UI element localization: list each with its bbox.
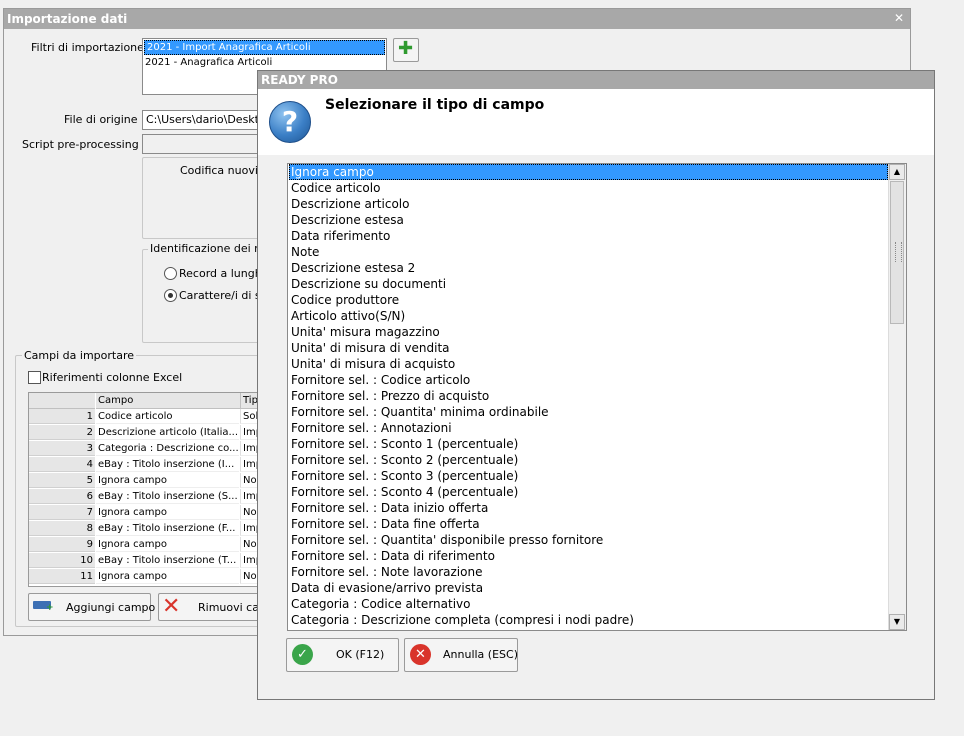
field-type-option[interactable]: Fornitore sel. : Sconto 2 (percentuale) xyxy=(289,452,888,468)
grid-cell-campo[interactable]: Codice articolo xyxy=(96,409,239,424)
grid-corner xyxy=(29,393,95,409)
source-file-label: File di origine : xyxy=(64,113,145,126)
dialog-titlebar[interactable]: READY PRO xyxy=(258,71,934,89)
fields-grid[interactable]: Campo Tipo 1Codice articoloSolo2Descrizi… xyxy=(28,392,262,587)
remove-field-button[interactable]: ✕ Rimuovi cam xyxy=(158,593,270,621)
field-type-option[interactable]: Fornitore sel. : Annotazioni xyxy=(289,420,888,436)
grid-row-number[interactable]: 11 xyxy=(29,569,95,584)
field-type-option[interactable]: Fornitore sel. : Data fine offerta xyxy=(289,516,888,532)
scroll-up-icon[interactable]: ▲ xyxy=(889,164,905,180)
grid-cell-campo[interactable]: eBay : Titolo inserzione (F... xyxy=(96,521,239,536)
add-field-plus-icon: + xyxy=(46,603,54,613)
ok-check-icon: ✓ xyxy=(292,644,313,665)
field-type-option[interactable]: Fornitore sel. : Sconto 3 (percentuale) xyxy=(289,468,888,484)
field-type-option[interactable]: Fornitore sel. : Prezzo di acquisto xyxy=(289,388,888,404)
field-type-option[interactable]: Note xyxy=(289,244,888,260)
field-type-option[interactable]: Unita' di misura di acquisto xyxy=(289,356,888,372)
grid-row-number[interactable]: 8 xyxy=(29,521,95,536)
fields-group-title: Campi da importare xyxy=(22,349,136,362)
grid-row-number[interactable]: 9 xyxy=(29,537,95,552)
codifica-label: Codifica nuovi a xyxy=(180,164,269,177)
field-type-listbox[interactable]: Ignora campo Codice articolo Descrizione a… xyxy=(287,163,907,631)
grid-row-number[interactable]: 3 xyxy=(29,441,95,456)
field-type-option[interactable]: Data riferimento xyxy=(289,228,888,244)
field-type-option[interactable]: Codice produttore xyxy=(289,292,888,308)
field-type-option[interactable]: Fornitore sel. : Quantita' disponibile p… xyxy=(289,532,888,548)
source-file-input[interactable]: C:\Users\dario\Desktop xyxy=(142,110,261,130)
cancel-button-label: Annulla (ESC) xyxy=(443,648,518,661)
field-type-option[interactable]: Data di evasione/arrivo prevista xyxy=(289,580,888,596)
field-type-option[interactable]: Codice articolo xyxy=(289,180,888,196)
grid-header-campo[interactable]: Campo xyxy=(96,393,241,409)
grid-row-number[interactable]: 2 xyxy=(29,425,95,440)
field-type-option[interactable]: Fornitore sel. : Data inizio offerta xyxy=(289,500,888,516)
field-type-option[interactable]: Fornitore sel. : Note lavorazione xyxy=(289,564,888,580)
add-filter-plus-icon: ✚ xyxy=(398,38,414,59)
cancel-button[interactable]: ✕ Annulla (ESC) xyxy=(404,638,518,672)
remove-field-x-icon: ✕ xyxy=(162,594,181,619)
grid-cell-campo[interactable]: Ignora campo xyxy=(96,537,239,552)
grid-cell-campo[interactable]: eBay : Titolo inserzione (T... xyxy=(96,553,239,568)
dialog-title: READY PRO xyxy=(261,73,338,87)
filters-label: Filtri di importazione : xyxy=(31,41,152,54)
ok-button[interactable]: ✓ OK (F12) xyxy=(286,638,399,672)
import-window-title: Importazione dati xyxy=(7,12,128,26)
ok-button-label: OK (F12) xyxy=(336,648,385,661)
filter-item[interactable]: 2021 - Anagrafica Articoli xyxy=(143,56,386,69)
dialog-header: ? Selezionare il tipo di campo xyxy=(258,89,934,155)
grid-row-number[interactable]: 1 xyxy=(29,409,95,424)
scroll-down-icon[interactable]: ▼ xyxy=(889,614,905,630)
grid-cell-campo[interactable]: Ignora campo xyxy=(96,569,239,584)
field-type-dialog: READY PRO ? Selezionare il tipo di campo… xyxy=(257,70,935,700)
field-type-option[interactable]: Fornitore sel. : Sconto 4 (percentuale) xyxy=(289,484,888,500)
field-type-option[interactable]: Unita' misura magazzino xyxy=(289,324,888,340)
script-preprocessing-label: Script pre-processing : xyxy=(22,138,146,151)
grid-cell-campo[interactable]: eBay : Titolo inserzione (I... xyxy=(96,457,239,472)
grid-cell-campo[interactable]: Categoria : Descrizione co... xyxy=(96,441,239,456)
field-type-option[interactable]: Ignora campo xyxy=(289,164,888,180)
question-icon: ? xyxy=(269,101,311,143)
field-type-option[interactable]: Descrizione estesa xyxy=(289,212,888,228)
field-type-option[interactable]: Categoria : Descrizione completa (compre… xyxy=(289,612,888,628)
field-type-option[interactable]: Categoria : Codice alternativo xyxy=(289,596,888,612)
field-type-option[interactable]: Descrizione articolo xyxy=(289,196,888,212)
field-type-option[interactable]: Fornitore sel. : Codice articolo xyxy=(289,372,888,388)
radio-separator[interactable] xyxy=(164,289,177,302)
question-glyph: ? xyxy=(281,105,299,138)
grid-cell-campo[interactable]: Descrizione articolo (Italia... xyxy=(96,425,239,440)
radio-fixed-length-label: Record a lunghe xyxy=(179,267,269,280)
field-type-option[interactable]: Fornitore sel. : Sconto 1 (percentuale) xyxy=(289,436,888,452)
field-type-option[interactable]: Descrizione estesa 2 xyxy=(289,260,888,276)
scroll-grip-icon xyxy=(895,242,902,262)
field-type-option[interactable]: Descrizione su documenti xyxy=(289,276,888,292)
scrollbar-thumb[interactable] xyxy=(890,181,904,324)
field-type-option[interactable]: Unita' di misura di vendita xyxy=(289,340,888,356)
grid-row-number[interactable]: 10 xyxy=(29,553,95,568)
field-type-option[interactable]: Fornitore sel. : Quantita' minima ordina… xyxy=(289,404,888,420)
add-field-label: Aggiungi campo xyxy=(66,601,156,614)
grid-row-number[interactable]: 4 xyxy=(29,457,95,472)
field-type-option[interactable]: Articolo attivo(S/N) xyxy=(289,308,888,324)
add-filter-button[interactable]: ✚ xyxy=(393,38,419,62)
excel-refs-label: Riferimenti colonne Excel xyxy=(42,371,183,384)
close-icon[interactable]: ✕ xyxy=(894,11,904,25)
field-type-option[interactable]: Fornitore sel. : Data di riferimento xyxy=(289,548,888,564)
grid-cell-campo[interactable]: Ignora campo xyxy=(96,473,239,488)
import-window-titlebar[interactable]: Importazione dati ✕ xyxy=(4,9,910,29)
radio-fixed-length[interactable] xyxy=(164,267,177,280)
cancel-x-icon: ✕ xyxy=(410,644,431,665)
excel-refs-checkbox[interactable] xyxy=(28,371,41,384)
add-field-button[interactable]: + Aggiungi campo xyxy=(28,593,155,621)
listbox-scrollbar[interactable]: ▲ ▼ xyxy=(888,164,906,630)
filter-item[interactable]: 2021 - Import Anagrafica Articoli xyxy=(144,40,385,55)
script-preprocessing-input[interactable] xyxy=(142,134,261,154)
dialog-heading: Selezionare il tipo di campo xyxy=(325,97,545,113)
grid-row-number[interactable]: 5 xyxy=(29,473,95,488)
grid-cell-campo[interactable]: Ignora campo xyxy=(96,505,239,520)
grid-row-number[interactable]: 7 xyxy=(29,505,95,520)
grid-row-number[interactable]: 6 xyxy=(29,489,95,504)
grid-cell-campo[interactable]: eBay : Titolo inserzione (S... xyxy=(96,489,239,504)
